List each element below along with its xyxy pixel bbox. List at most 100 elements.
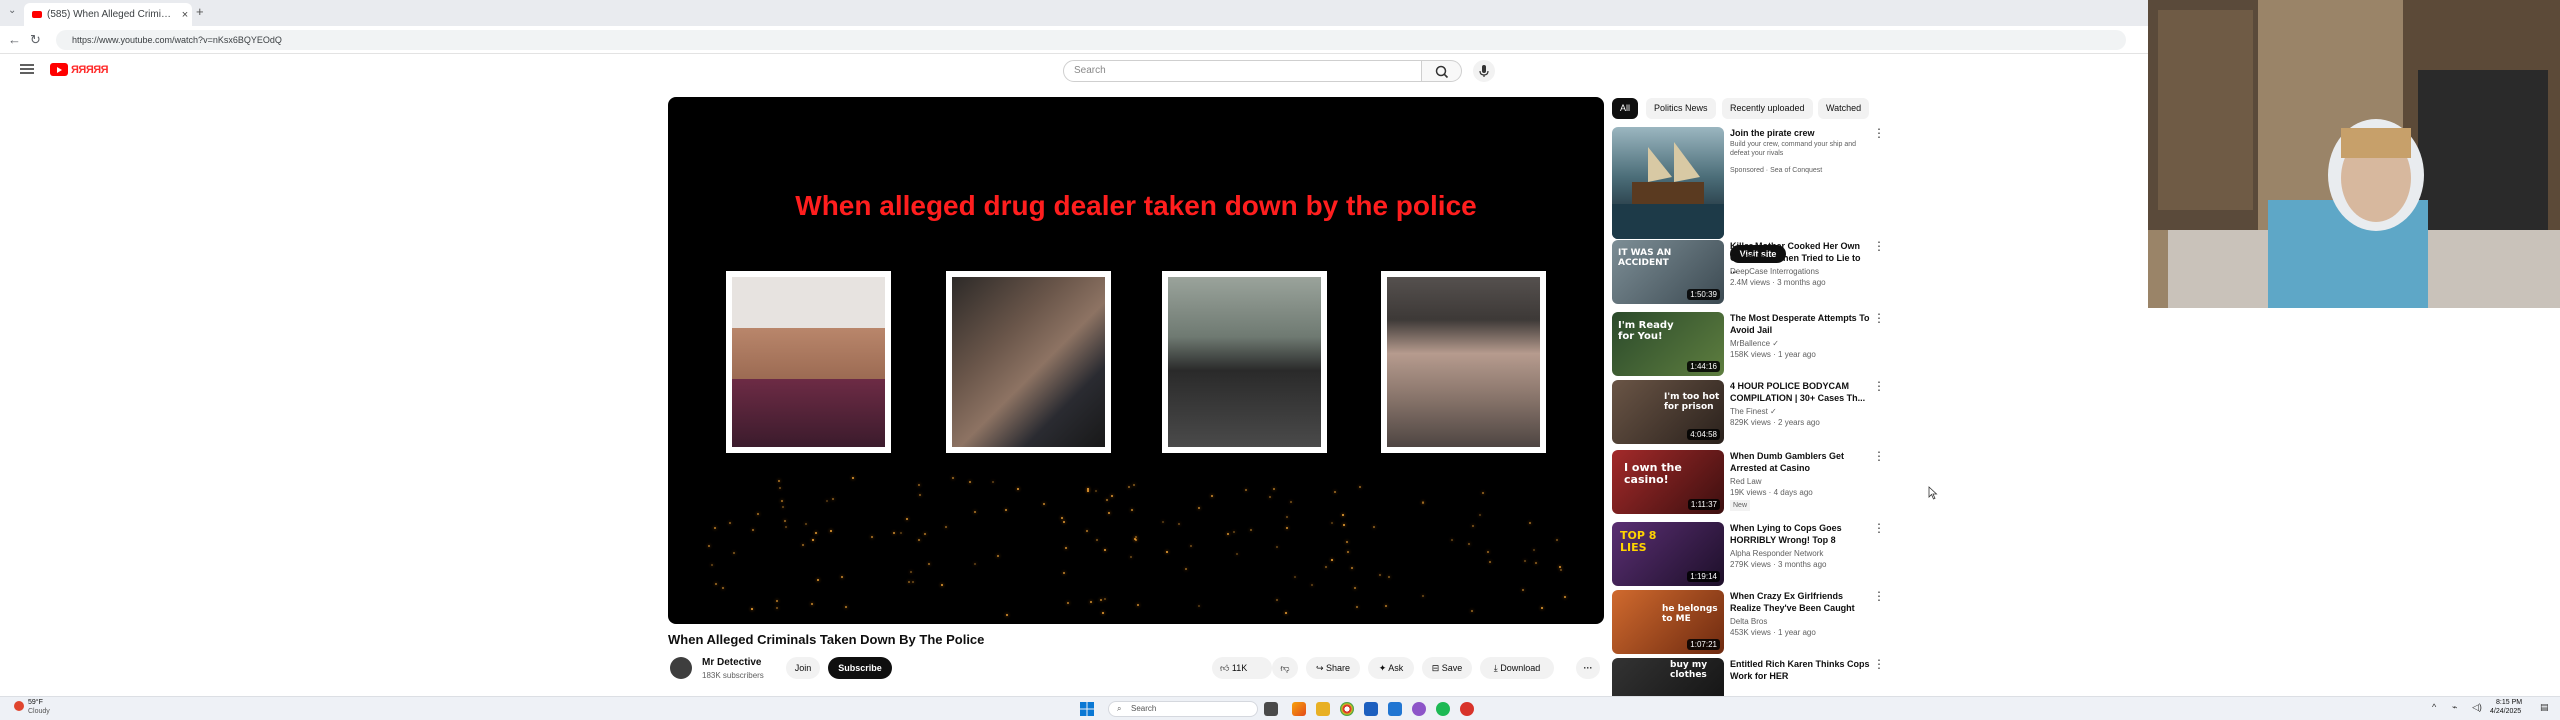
ember-spark [1017, 487, 1020, 490]
weather-temp[interactable]: 59°F [28, 699, 43, 706]
recommendation-channel[interactable]: Alpha Responder Network [1730, 548, 1870, 559]
recommendation-channel[interactable]: DeepCase Interrogations [1730, 266, 1870, 277]
voice-search-button[interactable] [1473, 60, 1495, 82]
more-options-icon[interactable]: ⋮ [1872, 240, 1886, 252]
back-icon[interactable]: ← [8, 32, 21, 47]
more-options-icon[interactable]: ⋮ [1872, 450, 1886, 462]
clock-date[interactable]: 4/24/2025 [2490, 708, 2521, 715]
recommendation-item[interactable]: I'm too hot for prison 4:04:58 4 HOUR PO… [1612, 380, 1892, 446]
app-icon-2[interactable] [1412, 702, 1426, 716]
save-button[interactable]: ⊟ Save [1422, 657, 1472, 679]
file-explorer-icon[interactable] [1316, 702, 1330, 716]
download-button[interactable]: ⤓ Download [1480, 657, 1554, 679]
tray-chevron-icon[interactable]: ^ [2432, 702, 2436, 712]
ember-spark [1276, 545, 1279, 548]
recommendation-item[interactable]: TOP 8 LIES 1:19:14 When Lying to Cops Go… [1612, 522, 1892, 588]
ad-title[interactable]: Join the pirate crew [1730, 127, 1870, 139]
channel-avatar[interactable] [670, 657, 692, 679]
windows-start-icon[interactable] [1080, 702, 1094, 716]
close-tab-icon[interactable]: × [178, 9, 192, 21]
recommendation-item[interactable]: buy my clothes Entitled Rich Karen Think… [1612, 658, 1892, 696]
recommendation-item[interactable]: IT WAS AN ACCIDENT 1:50:39 Killer Mother… [1612, 240, 1892, 306]
ember-spark [1385, 605, 1388, 608]
video-player[interactable]: When alleged drug dealer taken down by t… [668, 97, 1604, 624]
chrome-icon[interactable] [1340, 702, 1354, 716]
video-thumbnail[interactable]: I'm Ready for You! 1:44:16 [1612, 312, 1724, 376]
menu-icon[interactable] [20, 64, 34, 74]
more-actions-button[interactable]: ··· [1576, 657, 1600, 679]
clock-time[interactable]: 8:15 PM [2496, 699, 2522, 706]
spotify-icon[interactable] [1436, 702, 1450, 716]
video-thumbnail[interactable]: buy my clothes [1612, 658, 1724, 696]
video-thumbnail[interactable]: I'm too hot for prison 4:04:58 [1612, 380, 1724, 444]
more-options-icon[interactable]: ⋮ [1872, 658, 1886, 670]
task-view-icon[interactable] [1264, 702, 1278, 716]
app-icon-3[interactable] [1460, 702, 1474, 716]
recommendation-item[interactable]: he belongs to ME 1:07:21 When Crazy Ex G… [1612, 590, 1892, 656]
ember-spark [945, 526, 948, 529]
ember-spark [1132, 484, 1135, 487]
ember-spark [1061, 516, 1064, 519]
edge-icon[interactable] [1388, 702, 1402, 716]
reload-icon[interactable]: ↻ [30, 32, 41, 48]
recommendation-channel[interactable]: The Finest ✓ [1730, 406, 1870, 417]
webcam-overlay [2148, 0, 2560, 308]
recommendation-item[interactable]: I'm Ready for You! 1:44:16 The Most Desp… [1612, 312, 1892, 378]
join-button[interactable]: Join [786, 657, 820, 679]
network-icon[interactable]: ⌁ [2452, 702, 2457, 713]
chip-all[interactable]: All [1612, 98, 1639, 119]
recommendation-title[interactable]: When Dumb Gamblers Get Arrested at Casin… [1730, 450, 1870, 474]
recommendation-title[interactable]: The Most Desperate Attempts To Avoid Jai… [1730, 312, 1870, 336]
chip-politics-news[interactable]: Politics News [1646, 98, 1716, 119]
ember-spark [752, 528, 755, 531]
download-icon: ⤓ [1493, 663, 1498, 673]
chip-recently-uploaded[interactable]: Recently uploaded [1722, 98, 1813, 119]
notifications-icon[interactable]: ▤ [2540, 702, 2549, 713]
channel-name[interactable]: Mr Detective [702, 657, 761, 668]
ask-button[interactable]: ✦ Ask [1368, 657, 1414, 679]
taskbar-search[interactable]: ⌕ Search [1108, 701, 1258, 717]
chip-watched[interactable]: Watched [1818, 98, 1870, 119]
volume-icon[interactable]: ◁) [2472, 702, 2482, 713]
more-options-icon[interactable]: ⋮ [1872, 380, 1886, 392]
store-icon[interactable] [1364, 702, 1378, 716]
video-thumbnail[interactable]: IT WAS AN ACCIDENT 1:50:39 [1612, 240, 1724, 304]
recommendation-channel[interactable]: MrBallence ✓ [1730, 338, 1870, 349]
webcam-scene [2148, 0, 2560, 308]
subscribe-button[interactable]: Subscribe [828, 657, 892, 679]
more-options-icon[interactable]: ⋮ [1872, 522, 1886, 534]
video-thumbnail[interactable]: he belongs to ME 1:07:21 [1612, 590, 1724, 654]
recommendation-title[interactable]: When Lying to Cops Goes HORRIBLY Wrong! … [1730, 522, 1870, 546]
video-thumbnail[interactable]: I own the casino! 1:11:37 [1612, 450, 1724, 514]
taskbar-search-label: Search [1131, 704, 1157, 713]
recommendation-title[interactable]: When Crazy Ex Girlfriends Realize They'v… [1730, 590, 1870, 614]
new-tab-button[interactable]: + [196, 4, 204, 19]
app-icon-1[interactable] [1292, 702, 1306, 716]
ember-spark [893, 532, 896, 535]
more-options-icon[interactable]: ⋮ [1872, 312, 1886, 324]
share-button[interactable]: ↪ Share [1306, 657, 1360, 679]
video-thumbnail[interactable]: TOP 8 LIES 1:19:14 [1612, 522, 1724, 586]
tab-list-icon[interactable]: ⌄ [8, 5, 16, 16]
ad-thumbnail[interactable] [1612, 127, 1724, 239]
mugshot-photo-2 [946, 271, 1111, 453]
youtube-logo[interactable]: ЯЯЯЯЯ [50, 63, 109, 76]
ember-spark [1105, 498, 1108, 501]
recommendation-item[interactable]: I own the casino! 1:11:37 When Dumb Gamb… [1612, 450, 1892, 516]
weather-desc[interactable]: Cloudy [28, 708, 50, 715]
recommendation-channel[interactable]: Delta Bros [1730, 616, 1870, 627]
url-input[interactable]: https://www.youtube.com/watch?v=nKsx6BQY… [56, 30, 2126, 50]
browser-tab[interactable]: (585) When Alleged Criminal... × [24, 3, 192, 26]
dislike-button[interactable]: 👎︎ [1272, 657, 1298, 679]
more-options-icon[interactable]: ⋮ [1872, 590, 1886, 602]
search-input[interactable]: Search [1063, 60, 1422, 82]
ember-spark [1197, 507, 1200, 510]
search-button[interactable] [1422, 60, 1462, 82]
recommendation-title[interactable]: Entitled Rich Karen Thinks Cops Work for… [1730, 658, 1870, 682]
recommendation-title[interactable]: 4 HOUR POLICE BODYCAM COMPILATION | 30+ … [1730, 380, 1870, 404]
recommendation-channel[interactable]: Red Law [1730, 476, 1870, 487]
ember-spark [1533, 549, 1536, 552]
ember-spark [1100, 599, 1103, 602]
like-button[interactable]: 👍︎ 11K [1212, 657, 1272, 679]
more-options-icon[interactable]: ⋮ [1872, 127, 1886, 139]
